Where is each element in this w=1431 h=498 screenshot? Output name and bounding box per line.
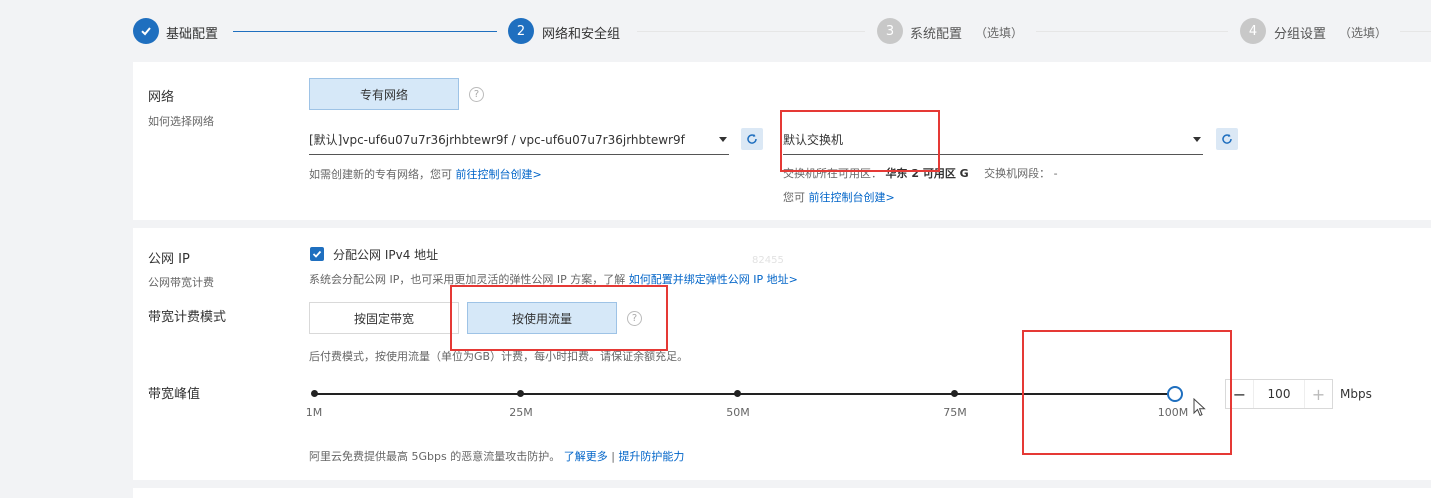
step-3-optional: （选填） bbox=[975, 26, 1024, 40]
step-2-label: 网络和安全组 bbox=[542, 27, 621, 42]
watermark: 82455 bbox=[752, 255, 784, 266]
slider-tick-label: 50M bbox=[726, 406, 750, 419]
step-3-number: 3 bbox=[877, 18, 903, 44]
vpc-type-button[interactable]: 专有网络 bbox=[309, 78, 459, 110]
check-icon bbox=[312, 250, 322, 258]
next-panel bbox=[133, 488, 1431, 498]
link-separator: | bbox=[611, 450, 615, 463]
eip-config-link[interactable]: 如何配置并绑定弹性公网 IP 地址> bbox=[629, 273, 798, 286]
step-3-label: 系统配置 bbox=[910, 27, 963, 42]
mouse-cursor-icon bbox=[1193, 398, 1206, 417]
assign-ipv4-label: 分配公网 IPv4 地址 bbox=[333, 248, 439, 262]
bandwidth-peak-label: 带宽峰值 bbox=[148, 387, 201, 402]
vswitch-select-value: 默认交换机 bbox=[783, 133, 844, 147]
step-4-optional: （选填） bbox=[1339, 26, 1388, 40]
slider-mark bbox=[517, 390, 524, 397]
billing-traffic-button[interactable]: 按使用流量 bbox=[467, 302, 617, 334]
vswitch-zone-info: 交换机所在可用区： 华东 2 可用区 G 交换机网段： - bbox=[783, 165, 1058, 181]
step-1-label: 基础配置 bbox=[166, 27, 219, 42]
chevron-down-icon bbox=[1193, 137, 1201, 142]
help-icon[interactable]: ? bbox=[469, 87, 484, 102]
vswitch-select[interactable]: 默认交换机 bbox=[783, 125, 1203, 155]
slider-mark bbox=[311, 390, 318, 397]
vpc-hint-text: 如需创建新的专有网络，您可 bbox=[309, 168, 452, 181]
eip-hint: 系统会分配公网 IP，也可采用更加灵活的弹性公网 IP 方案，了解 如何配置并绑… bbox=[309, 271, 798, 287]
slider-mark bbox=[734, 390, 741, 397]
slider-handle[interactable] bbox=[1167, 386, 1183, 402]
vpc-refresh-icon[interactable] bbox=[741, 128, 763, 150]
vpc-create-link[interactable]: 前往控制台创建> bbox=[456, 168, 542, 181]
eip-hint-text: 系统会分配公网 IP，也可采用更加灵活的弹性公网 IP 方案，了解 bbox=[309, 273, 626, 286]
step-connector bbox=[637, 31, 865, 32]
vswitch-hint: 您可 前往控制台创建> bbox=[783, 189, 895, 205]
slider-tick-label: 1M bbox=[305, 406, 323, 419]
slider-tick-label: 100M bbox=[1157, 406, 1189, 419]
vswitch-refresh-icon[interactable] bbox=[1216, 128, 1238, 150]
vswitch-create-link[interactable]: 前往控制台创建> bbox=[809, 191, 895, 204]
step-4-label: 分组设置 bbox=[1274, 27, 1327, 42]
vpc-hint: 如需创建新的专有网络，您可 前往控制台创建> bbox=[309, 166, 542, 182]
assign-ipv4-checkbox[interactable] bbox=[310, 247, 324, 261]
bandwidth-unit: Mbps bbox=[1340, 387, 1372, 401]
step-connector bbox=[233, 31, 497, 32]
step-2-number: 2 bbox=[508, 18, 534, 44]
increment-button[interactable]: + bbox=[1304, 380, 1332, 408]
network-how-to-choose[interactable]: 如何选择网络 bbox=[148, 113, 214, 129]
chevron-down-icon bbox=[719, 137, 727, 142]
vswitch-cidr-value: - bbox=[1053, 167, 1058, 180]
vpc-select[interactable]: [默认]vpc-uf6u07u7r36jrhbtewr9f / vpc-uf6u… bbox=[309, 125, 729, 155]
bandwidth-stepper[interactable]: − 100 + bbox=[1225, 379, 1333, 409]
vswitch-hint-text: 您可 bbox=[783, 191, 805, 204]
public-ip-billing-link[interactable]: 公网带宽计费 bbox=[148, 274, 214, 290]
slider-tick-label: 25M bbox=[509, 406, 533, 419]
step-1-check-icon bbox=[133, 18, 159, 44]
slider-mark bbox=[951, 390, 958, 397]
help-icon[interactable]: ? bbox=[627, 311, 642, 326]
vswitch-cidr-label: 交换机网段： bbox=[984, 167, 1051, 180]
step-4-number: 4 bbox=[1240, 18, 1266, 44]
billing-fixed-button[interactable]: 按固定带宽 bbox=[309, 302, 459, 334]
slider-track[interactable] bbox=[314, 393, 1175, 395]
billing-hint: 后付费模式，按使用流量（单位为GB）计费，每小时扣费。请保证余额充足。 bbox=[309, 350, 689, 363]
step-connector bbox=[1036, 31, 1228, 32]
upgrade-protection-link[interactable]: 提升防护能力 bbox=[618, 450, 684, 463]
step-connector bbox=[1400, 31, 1431, 32]
network-label: 网络 bbox=[148, 90, 175, 105]
bandwidth-input[interactable]: 100 bbox=[1254, 387, 1304, 401]
learn-more-link[interactable]: 了解更多 bbox=[564, 450, 608, 463]
slider-tick-label: 75M bbox=[943, 406, 967, 419]
vswitch-zone-label: 交换机所在可用区： bbox=[783, 167, 882, 180]
ddos-hint-text: 阿里云免费提供最高 5Gbps 的恶意流量攻击防护。 bbox=[309, 450, 561, 463]
ddos-hint: 阿里云免费提供最高 5Gbps 的恶意流量攻击防护。 了解更多 | 提升防护能力 bbox=[309, 448, 684, 464]
public-ip-label: 公网 IP bbox=[148, 252, 190, 267]
vswitch-zone-value: 华东 2 可用区 G bbox=[885, 167, 969, 180]
billing-mode-label: 带宽计费模式 bbox=[148, 310, 227, 325]
vpc-select-value: [默认]vpc-uf6u07u7r36jrhbtewr9f / vpc-uf6u… bbox=[309, 133, 685, 147]
decrement-button[interactable]: − bbox=[1226, 380, 1254, 408]
